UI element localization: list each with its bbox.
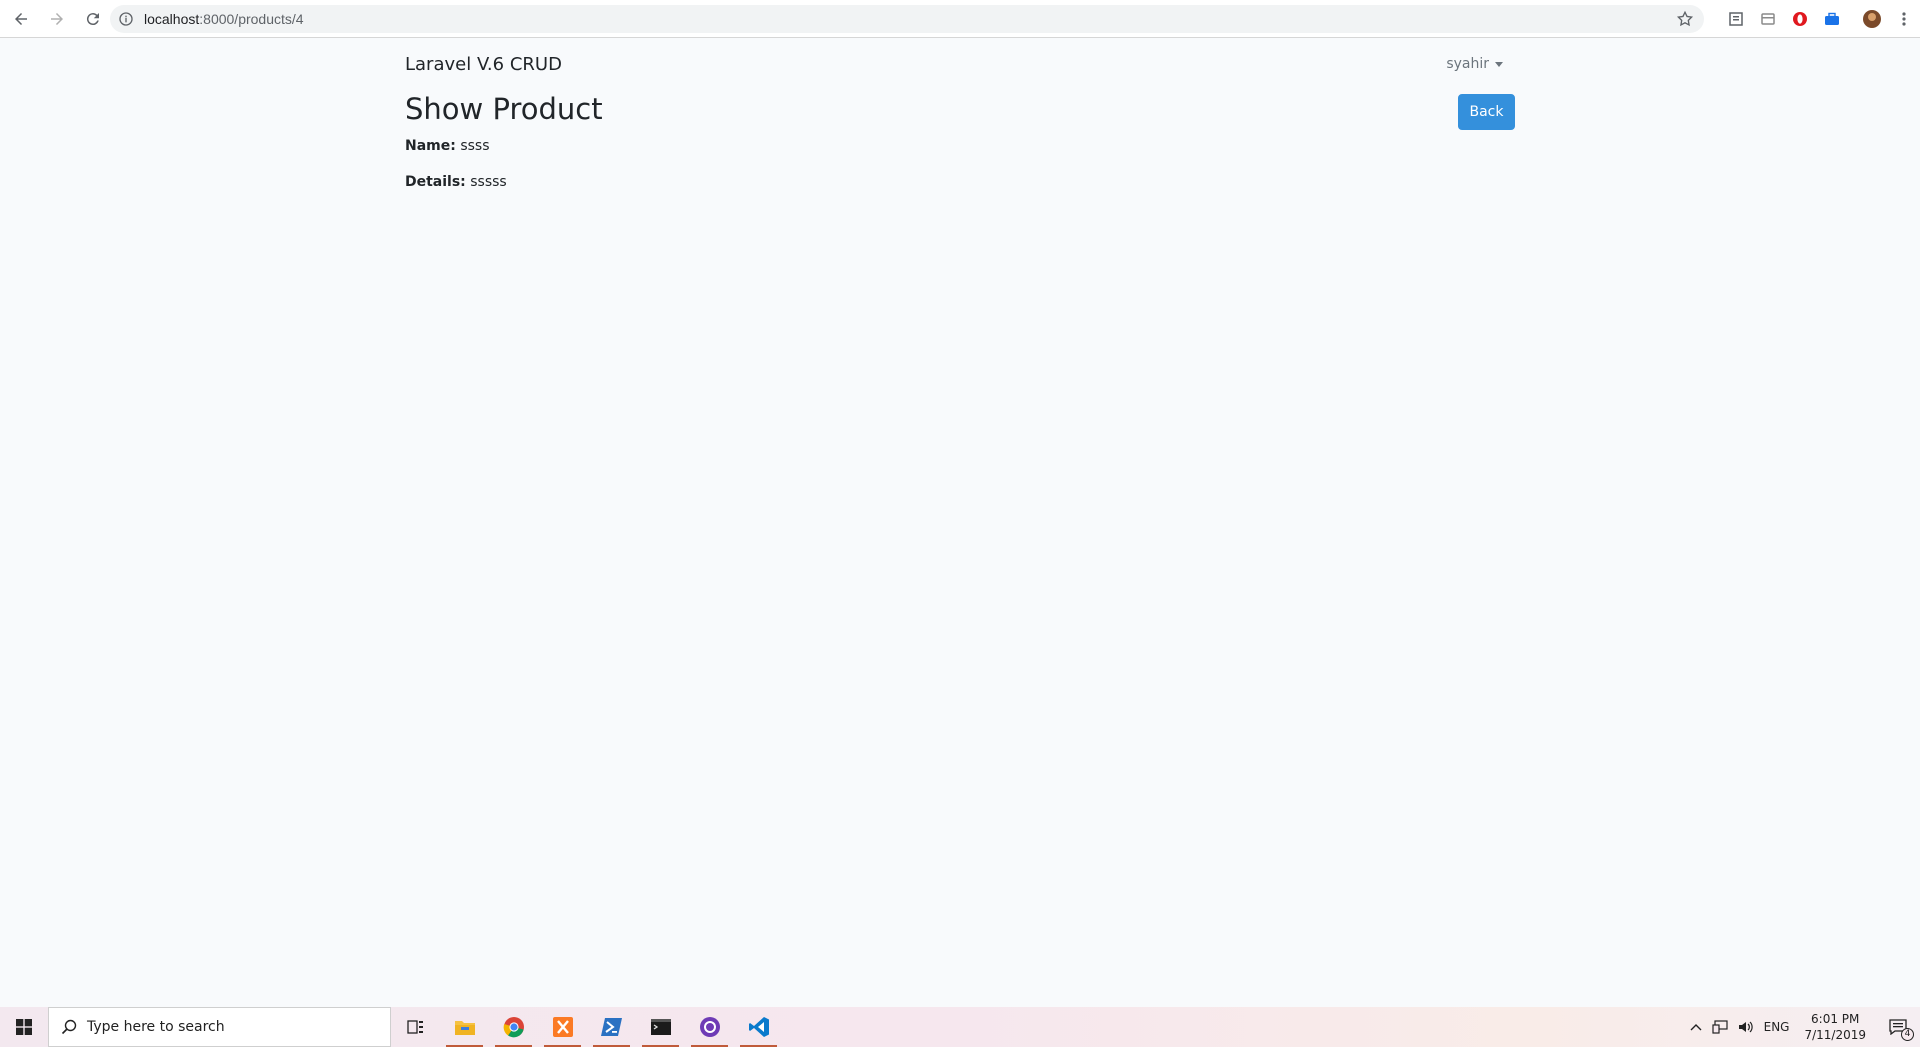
clock-date: 7/11/2019 [1804, 1028, 1866, 1042]
field-value: ssss [460, 138, 490, 154]
browser-menu-icon[interactable] [1888, 0, 1920, 38]
extension-icons [1720, 0, 1920, 38]
back-arrow-icon[interactable] [6, 4, 36, 34]
language-indicator[interactable]: ENG [1759, 1007, 1795, 1047]
network-icon[interactable] [1707, 1007, 1733, 1047]
page-container: Laravel V.6 CRUD syahir Show Product Bac… [405, 38, 1515, 190]
user-name: syahir [1446, 56, 1489, 72]
browser-toolbar: localhost:8000/products/4 [0, 0, 1920, 38]
info-icon[interactable] [118, 11, 134, 27]
clock-time: 6:01 PM [1811, 1012, 1860, 1026]
navbar-brand[interactable]: Laravel V.6 CRUD [405, 54, 562, 75]
back-button[interactable]: Back [1458, 94, 1515, 130]
system-tray: ENG 6:01 PM 7/11/2019 4 [1685, 1007, 1920, 1047]
search-icon [61, 1019, 77, 1035]
caret-down-icon [1495, 61, 1503, 67]
powershell-icon[interactable] [587, 1007, 636, 1047]
field-label: Name: [405, 138, 456, 154]
terminal-icon[interactable] [636, 1007, 685, 1047]
clock[interactable]: 6:01 PM 7/11/2019 [1794, 1007, 1876, 1047]
heading-row: Show Product Back [405, 90, 1515, 132]
action-center-icon[interactable]: 4 [1876, 1007, 1920, 1047]
github-desktop-icon[interactable] [685, 1007, 734, 1047]
profile-avatar-icon[interactable] [1856, 0, 1888, 38]
extension-briefcase-icon[interactable] [1816, 0, 1848, 38]
address-bar[interactable]: localhost:8000/products/4 [110, 5, 1704, 33]
file-explorer-icon[interactable] [440, 1007, 489, 1047]
chrome-icon[interactable] [489, 1007, 538, 1047]
field-value: sssss [470, 174, 507, 190]
taskbar-search-box[interactable]: Type here to search [48, 1007, 391, 1047]
url-path: :8000/products/4 [199, 11, 304, 27]
search-placeholder: Type here to search [87, 1019, 225, 1035]
url-host: localhost [144, 11, 200, 27]
vscode-icon[interactable] [734, 1007, 783, 1047]
opera-icon[interactable] [1784, 0, 1816, 38]
navbar: Laravel V.6 CRUD syahir [405, 38, 1515, 90]
extension-window-icon[interactable] [1752, 0, 1784, 38]
extension-reader-icon[interactable] [1720, 0, 1752, 38]
product-name-field: Name: ssss [405, 138, 1515, 154]
task-view-icon[interactable] [391, 1007, 440, 1047]
forward-arrow-icon[interactable] [42, 4, 72, 34]
windows-start-icon[interactable] [0, 1007, 48, 1047]
bookmark-star-icon[interactable] [1676, 10, 1694, 28]
notification-count-badge: 4 [1901, 1028, 1914, 1041]
field-label: Details: [405, 174, 466, 190]
page-title: Show Product [405, 92, 603, 126]
taskbar: Type here to search ENG 6:01 PM 7/11/201… [0, 1007, 1920, 1047]
product-details-field: Details: sssss [405, 174, 1515, 190]
chevron-up-icon[interactable] [1685, 1007, 1707, 1047]
volume-icon[interactable] [1733, 1007, 1759, 1047]
xampp-icon[interactable] [538, 1007, 587, 1047]
user-dropdown[interactable]: syahir [1446, 56, 1503, 72]
reload-icon[interactable] [78, 4, 108, 34]
